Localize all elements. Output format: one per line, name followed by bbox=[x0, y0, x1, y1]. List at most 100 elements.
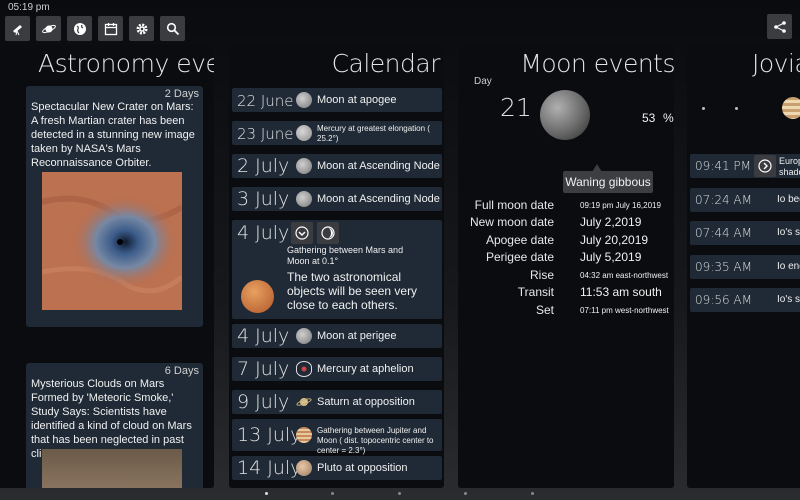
gear-icon bbox=[136, 23, 147, 34]
page-dot[interactable] bbox=[464, 492, 467, 495]
search-icon bbox=[166, 22, 179, 35]
panel-title: Moon events bbox=[520, 49, 674, 78]
event-text: Gathering between Jupiter and Moon ( dis… bbox=[317, 426, 434, 455]
event-text: Moon at apogee bbox=[317, 94, 397, 106]
transit-value: 11:53 am south bbox=[580, 285, 662, 299]
moon-dot bbox=[735, 107, 738, 110]
event-date: 22 June bbox=[237, 92, 294, 110]
illumination-value: 53 bbox=[642, 111, 656, 125]
planet-button[interactable] bbox=[36, 16, 61, 41]
event-text: Moon at Ascending Node bbox=[317, 193, 440, 205]
page-dot[interactable] bbox=[531, 492, 534, 495]
mars-crater-image bbox=[41, 172, 184, 310]
news-age: 6 Days bbox=[164, 365, 199, 377]
news-card[interactable]: 2 Days Spectacular New Crater on Mars: A… bbox=[26, 86, 203, 327]
event-time: 09:41 PM bbox=[695, 159, 751, 173]
event-text: Io's shadow bbox=[777, 294, 800, 305]
calendar-row[interactable]: 22 June Moon at apogee bbox=[232, 88, 442, 112]
page-dot[interactable] bbox=[331, 492, 334, 495]
moon-events-panel[interactable]: Moon events Day 21 53 % Waning gibbous F… bbox=[458, 45, 674, 488]
settings-button[interactable] bbox=[129, 16, 154, 41]
event-date: 13 July bbox=[237, 424, 302, 446]
search-button[interactable] bbox=[160, 16, 185, 41]
orbit-icon bbox=[296, 361, 312, 377]
event-date: 14 July bbox=[237, 457, 302, 479]
share-icon bbox=[773, 20, 786, 33]
set-label: Set bbox=[535, 303, 554, 317]
event-text: Gathering between Mars and Moon at 0.1° bbox=[287, 245, 404, 266]
toolbar bbox=[5, 16, 185, 41]
collapse-button[interactable] bbox=[291, 222, 313, 244]
jovian-panel[interactable]: Jovian 09:41 PM Europa's shadow 07:24 AM… bbox=[687, 45, 800, 488]
perigee-label: Perigee date bbox=[485, 250, 554, 264]
moon-phase-icon bbox=[321, 226, 335, 240]
event-date: 23 June bbox=[237, 125, 294, 143]
event-time: 07:24 AM bbox=[695, 193, 752, 207]
jovian-row[interactable]: 09:41 PM Europa's shadow bbox=[690, 154, 800, 178]
telescope-icon bbox=[12, 24, 22, 35]
full-moon-value: 09:19 pm July 16,2019 bbox=[580, 201, 661, 210]
event-date: 2 July bbox=[237, 155, 290, 177]
calendar-button[interactable] bbox=[98, 16, 123, 41]
expand-button[interactable] bbox=[754, 155, 776, 177]
news-age: 2 Days bbox=[164, 88, 199, 100]
calendar-row[interactable]: 23 June Mercury at greatest elongation (… bbox=[232, 121, 442, 145]
event-time: 07:44 AM bbox=[695, 226, 752, 240]
event-text: Mercury at aphelion bbox=[317, 363, 414, 375]
perigee-value: July 5,2019 bbox=[580, 250, 642, 264]
mars-icon bbox=[241, 280, 274, 313]
calendar-row-expanded[interactable]: 4 July Gathering between Mars and Moon a… bbox=[232, 220, 442, 319]
panel-title: Jovian bbox=[752, 49, 800, 78]
moon-phase-button[interactable] bbox=[317, 222, 339, 244]
jupiter-image bbox=[782, 97, 800, 119]
calendar-row[interactable]: 14 July Pluto at opposition bbox=[232, 456, 442, 480]
pluto-icon bbox=[296, 460, 312, 476]
telescope-button[interactable] bbox=[5, 16, 30, 41]
calendar-icon bbox=[104, 22, 117, 35]
new-moon-value: July 2,2019 bbox=[580, 215, 642, 229]
event-detail: The two astronomical objects will be see… bbox=[287, 270, 418, 312]
page-indicator[interactable] bbox=[0, 492, 800, 498]
event-time: 09:35 AM bbox=[695, 260, 752, 274]
jovian-row[interactable]: 09:56 AM Io's shadow bbox=[690, 288, 800, 312]
event-text: Saturn at opposition bbox=[317, 396, 415, 408]
astronomy-events-panel[interactable]: Astronomy events 2 Days Spectacular New … bbox=[0, 45, 214, 488]
share-button[interactable] bbox=[767, 14, 792, 39]
calendar-row[interactable]: 9 July Saturn at opposition bbox=[232, 390, 442, 414]
calendar-panel[interactable]: Calendar 22 June Moon at apogee 23 June … bbox=[229, 45, 444, 488]
saturn-icon bbox=[296, 398, 312, 406]
mars-clouds-image bbox=[42, 449, 182, 488]
jovian-row[interactable]: 09:35 AM Io ends bbox=[690, 255, 800, 279]
calendar-row[interactable]: 3 July Moon at Ascending Node bbox=[232, 187, 442, 211]
news-card[interactable]: 6 Days Mysterious Clouds on Mars Formed … bbox=[26, 363, 203, 488]
moon-icon bbox=[296, 191, 312, 207]
apogee-label: Apogee date bbox=[485, 233, 554, 247]
event-text: Io ends bbox=[777, 261, 800, 272]
jupiter-icon bbox=[296, 427, 312, 443]
jovian-row[interactable]: 07:24 AM Io begins bbox=[690, 188, 800, 212]
panel-title: Astronomy events bbox=[38, 49, 214, 78]
page-dot[interactable] bbox=[265, 492, 268, 495]
calendar-row[interactable]: 7 July Mercury at aphelion bbox=[232, 357, 442, 381]
calendar-row[interactable]: 2 July Moon at Ascending Node bbox=[232, 154, 442, 178]
apogee-value: July 20,2019 bbox=[580, 233, 649, 247]
transit-label: Transit bbox=[517, 285, 554, 299]
globe-button[interactable] bbox=[67, 16, 92, 41]
calendar-row[interactable]: 4 July Moon at perigee bbox=[232, 324, 442, 348]
event-date: 3 July bbox=[237, 188, 290, 210]
status-time: 05:19 pm bbox=[8, 2, 50, 13]
moon-age-day: 21 bbox=[500, 93, 532, 122]
event-time: 09:56 AM bbox=[695, 293, 752, 307]
moon-image bbox=[540, 90, 590, 140]
chevron-down-icon bbox=[295, 226, 309, 240]
rise-label: Rise bbox=[529, 268, 554, 282]
event-text: Io's shadow bbox=[777, 227, 800, 238]
page-dot[interactable] bbox=[398, 492, 401, 495]
globe-icon bbox=[73, 22, 86, 35]
planet-icon bbox=[41, 24, 56, 33]
full-moon-label: Full moon date bbox=[474, 198, 554, 212]
moon-icon bbox=[296, 92, 312, 108]
event-text: Moon at Ascending Node bbox=[317, 160, 440, 172]
jovian-row[interactable]: 07:44 AM Io's shadow bbox=[690, 221, 800, 245]
calendar-row[interactable]: 13 July Gathering between Jupiter and Mo… bbox=[232, 419, 442, 455]
